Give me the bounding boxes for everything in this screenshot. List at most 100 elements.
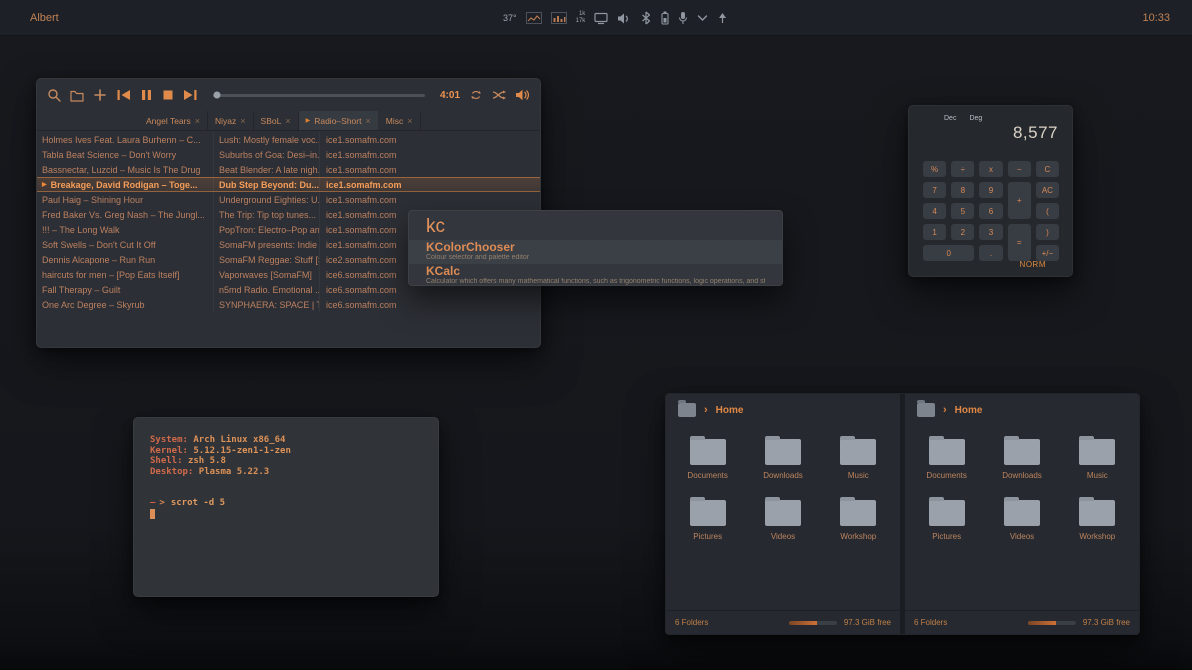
- tab-close-icon[interactable]: ×: [285, 116, 290, 126]
- tab-radio-short[interactable]: ▶Radio–Short×: [299, 111, 379, 130]
- breadcrumb-home[interactable]: Home: [716, 405, 744, 416]
- folder-item-documents[interactable]: Documents: [670, 430, 745, 489]
- launcher-result-kcolorchooser[interactable]: KColorChooserColour selector and palette…: [409, 240, 782, 264]
- folder-item-documents[interactable]: Documents: [909, 430, 984, 489]
- calc-key-eight[interactable]: 8: [951, 182, 974, 198]
- tab-niyaz[interactable]: Niyaz×: [208, 111, 254, 130]
- calc-key-divide[interactable]: ÷: [951, 161, 974, 177]
- seek-slider[interactable]: [213, 94, 425, 97]
- calc-key-four[interactable]: 4: [923, 203, 946, 219]
- track-row[interactable]: Holmes Ives Feat. Laura Burhenn – C...Lu…: [37, 132, 540, 147]
- prompt-symbol: –: [150, 498, 155, 508]
- folder-item-music[interactable]: Music: [1060, 430, 1135, 489]
- launcher-result-kcalc[interactable]: KCalcCalculator which offers many mathem…: [409, 264, 782, 286]
- calculator-keypad: % ÷ x−C 789 + AC 456 (123 =) 0. +/−: [923, 161, 1059, 261]
- calc-key-one[interactable]: 1: [923, 224, 946, 240]
- track-row[interactable]: Tabla Beat Science – Don't WorrySuburbs …: [37, 147, 540, 162]
- calc-key-seven[interactable]: 7: [923, 182, 946, 198]
- tab-label: Misc: [386, 116, 403, 126]
- folder-item-downloads[interactable]: Downloads: [984, 430, 1059, 489]
- calc-key-nine[interactable]: 9: [979, 182, 1002, 198]
- calc-key-plus[interactable]: +: [1008, 182, 1031, 219]
- battery-icon[interactable]: [661, 11, 669, 25]
- tab-close-icon[interactable]: ×: [407, 116, 412, 126]
- add-icon[interactable]: [93, 88, 107, 102]
- track-row[interactable]: ▶Breakage, David Rodigan – Toge...Dub St…: [37, 177, 540, 192]
- next-button[interactable]: [183, 88, 198, 102]
- tab-sbol[interactable]: SBoL×: [254, 111, 299, 130]
- tray-expander-icon[interactable]: [717, 12, 728, 24]
- calc-key-six[interactable]: 6: [979, 203, 1002, 219]
- seek-slider-knob[interactable]: [214, 92, 221, 99]
- calc-key-percent[interactable]: %: [923, 161, 946, 177]
- pause-button[interactable]: [140, 88, 153, 102]
- tab-close-icon[interactable]: ×: [240, 116, 245, 126]
- display-icon[interactable]: [594, 12, 608, 25]
- terminal-window[interactable]: System: Arch Linux x86_64Kernel: 5.12.15…: [133, 417, 439, 597]
- chevron-down-icon[interactable]: [697, 14, 708, 22]
- repeat-icon[interactable]: [469, 89, 483, 101]
- terminal-info-line: Kernel: 5.12.15-zen1-1-zen: [150, 446, 422, 457]
- angle-mode-label[interactable]: Deg: [969, 115, 982, 122]
- folder-icon: [1004, 439, 1040, 465]
- microphone-icon[interactable]: [678, 11, 688, 25]
- tab-label: Angel Tears: [146, 116, 191, 126]
- memory-graph-icon[interactable]: [551, 12, 567, 24]
- calc-key-equals[interactable]: =: [1008, 224, 1031, 261]
- desktop: Albert 37° 1k 17k: [0, 0, 1192, 670]
- folder-item-videos[interactable]: Videos: [745, 491, 820, 550]
- calc-key-minus[interactable]: −: [1008, 161, 1031, 177]
- previous-button[interactable]: [116, 88, 131, 102]
- calc-key-decimal[interactable]: .: [979, 245, 1002, 261]
- folder-item-pictures[interactable]: Pictures: [670, 491, 745, 550]
- clock[interactable]: 10:33: [1142, 0, 1170, 36]
- calc-key-open-paren[interactable]: (: [1036, 203, 1059, 219]
- folder-item-pictures[interactable]: Pictures: [909, 491, 984, 550]
- track-description: Lush: Mostly female voc...: [213, 132, 319, 147]
- library-folder-icon[interactable]: [70, 89, 84, 102]
- search-icon[interactable]: [47, 88, 61, 102]
- track-row[interactable]: Bassnectar, Luzcid – Music Is The DrugBe…: [37, 162, 540, 177]
- track-row[interactable]: One Arc Degree – SkyrubSYNPHAERA: SPACE …: [37, 297, 540, 312]
- calc-key-zero[interactable]: 0: [923, 245, 974, 261]
- folder-item-videos[interactable]: Videos: [984, 491, 1059, 550]
- tab-close-icon[interactable]: ×: [195, 116, 200, 126]
- network-speed-widget[interactable]: 1k 17k: [576, 11, 586, 25]
- volume-icon[interactable]: [617, 12, 631, 25]
- file-manager-window: › Home DocumentsDownloadsMusicPicturesVi…: [665, 393, 1140, 635]
- cpu-graph-icon[interactable]: [526, 12, 542, 24]
- places-folder-icon[interactable]: [917, 403, 935, 417]
- tab-angel-tears[interactable]: Angel Tears ×: [139, 111, 208, 130]
- stop-button[interactable]: [162, 88, 174, 102]
- calc-key-multiply[interactable]: x: [979, 161, 1002, 177]
- folder-item-workshop[interactable]: Workshop: [1060, 491, 1135, 550]
- calc-key-plus-minus[interactable]: +/−: [1036, 245, 1059, 261]
- playing-indicator-icon: ▶: [306, 117, 311, 124]
- base-mode-label[interactable]: Dec: [944, 115, 956, 122]
- track-row[interactable]: Paul Haig – Shining HourUnderground Eigh…: [37, 192, 540, 207]
- track-title-cell: Soft Swells – Don't Cut It Off: [37, 237, 213, 252]
- launcher-input[interactable]: kc: [409, 211, 782, 240]
- breadcrumb: › Home: [666, 394, 900, 426]
- calc-key-close-paren[interactable]: ): [1036, 224, 1059, 240]
- terminal-cursor: [150, 509, 155, 519]
- temperature-widget[interactable]: 37°: [503, 13, 517, 23]
- places-folder-icon[interactable]: [678, 403, 696, 417]
- calc-key-all-clear[interactable]: AC: [1036, 182, 1059, 198]
- breadcrumb-home[interactable]: Home: [955, 405, 983, 416]
- calc-key-three[interactable]: 3: [979, 224, 1002, 240]
- folder-label: Music: [1087, 471, 1108, 480]
- calculator-status: NORM: [1020, 260, 1046, 269]
- calc-key-two[interactable]: 2: [951, 224, 974, 240]
- folder-item-music[interactable]: Music: [821, 430, 896, 489]
- tab-close-icon[interactable]: ×: [365, 116, 370, 126]
- calc-key-clear[interactable]: C: [1036, 161, 1059, 177]
- tab-misc[interactable]: Misc ×: [379, 111, 421, 130]
- shuffle-icon[interactable]: [492, 89, 506, 101]
- bluetooth-icon[interactable]: [640, 11, 652, 25]
- volume-button[interactable]: [515, 88, 530, 102]
- track-title: !!! – The Long Walk: [42, 225, 120, 235]
- calc-key-five[interactable]: 5: [951, 203, 974, 219]
- folder-item-downloads[interactable]: Downloads: [745, 430, 820, 489]
- folder-item-workshop[interactable]: Workshop: [821, 491, 896, 550]
